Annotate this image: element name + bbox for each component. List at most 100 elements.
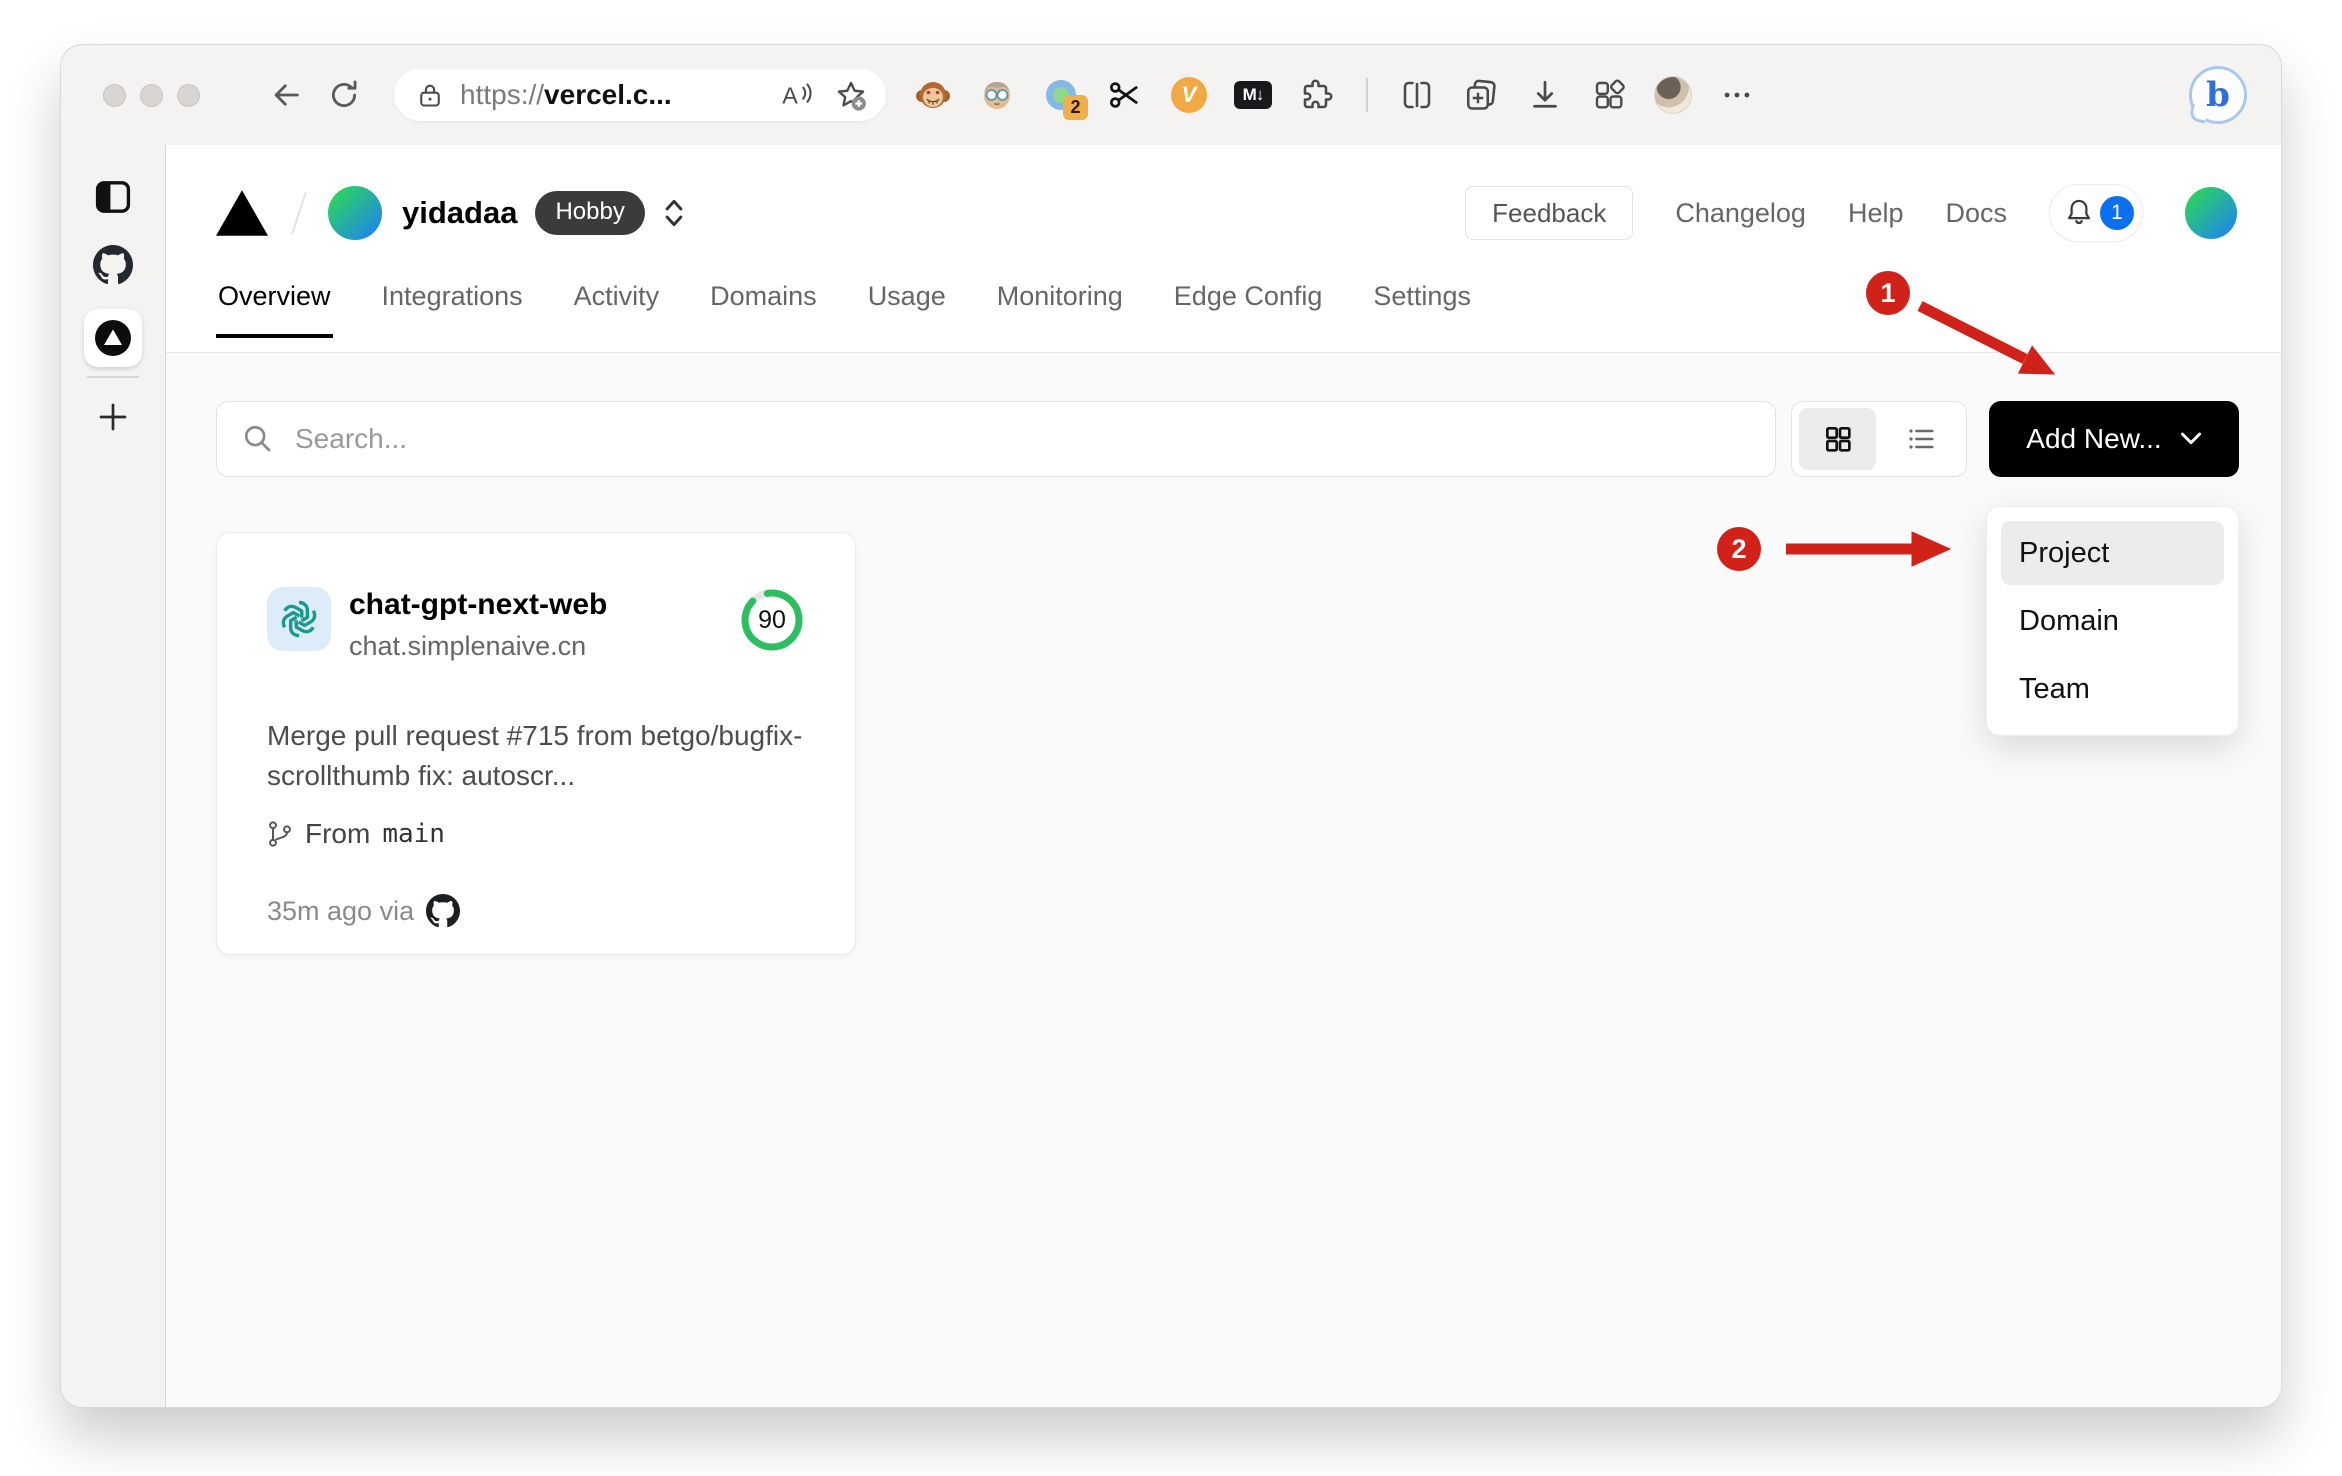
face-extension-button[interactable] (978, 76, 1016, 114)
list-view-button[interactable] (1882, 408, 1959, 470)
tab-monitoring[interactable]: Monitoring (995, 267, 1125, 338)
tab-usage[interactable]: Usage (866, 267, 948, 338)
dashboard-tabs: Overview Integrations Activity Domains U… (216, 267, 2237, 338)
split-screen-icon (1403, 81, 1431, 109)
lock-icon (420, 84, 440, 107)
deploy-meta-row: 35m ago via (267, 894, 805, 928)
user-avatar[interactable] (2185, 187, 2237, 239)
v-extension-button[interactable]: V (1170, 76, 1208, 114)
commit-message[interactable]: Merge pull request #715 from betgo/bugfi… (267, 716, 812, 796)
puzzle-icon (1303, 79, 1333, 109)
team-avatar (328, 186, 382, 240)
project-card[interactable]: chat-gpt-next-web chat.simplenaive.cn 90… (216, 532, 856, 955)
browser-toolbar: https://vercel.c... A 2 V M↓ b (61, 45, 2281, 145)
feedback-button[interactable]: Feedback (1465, 186, 1634, 240)
dropdown-item-domain[interactable]: Domain (2001, 589, 2224, 653)
add-new-button[interactable]: Add New... (1989, 401, 2239, 477)
toolbar-divider (1366, 78, 1368, 112)
profile-button[interactable] (1654, 76, 1692, 114)
sidebar-divider (87, 376, 139, 378)
sidebar-toggle-icon (95, 181, 131, 213)
extensions-row: 2 V M↓ b (914, 66, 2247, 124)
star-add-icon (837, 81, 866, 111)
read-aloud-button[interactable]: A (780, 75, 814, 115)
sidebar-item-github[interactable] (93, 245, 133, 285)
breadcrumb-slash (291, 191, 307, 235)
docs-link[interactable]: Docs (1945, 198, 2007, 229)
favorite-button[interactable] (832, 75, 870, 115)
scissors-extension-button[interactable] (1106, 76, 1144, 114)
branch-label: From (305, 818, 371, 849)
vercel-logo[interactable] (216, 190, 268, 236)
scissors-icon (1110, 82, 1138, 108)
back-arrow-icon (274, 84, 299, 106)
add-new-dropdown: Project Domain Team (1986, 506, 2239, 736)
monkey-extension-button[interactable] (914, 76, 952, 114)
tab-integrations[interactable]: Integrations (380, 267, 525, 338)
score-ring: 90 (739, 587, 805, 653)
read-aloud-icon: A (782, 83, 812, 109)
bing-icon: b (2206, 75, 2230, 115)
tab-domains[interactable]: Domains (708, 267, 819, 338)
branch-row: From main (267, 818, 805, 850)
search-icon (244, 425, 271, 452)
collections-button[interactable] (1462, 76, 1500, 114)
split-screen-button[interactable] (1398, 76, 1436, 114)
add-new-label: Add New... (2026, 423, 2162, 454)
project-name[interactable]: chat-gpt-next-web (349, 587, 607, 623)
tab-settings[interactable]: Settings (1371, 267, 1473, 338)
refresh-icon (332, 80, 357, 108)
team-name: yidadaa (402, 195, 518, 230)
refresh-button[interactable] (324, 75, 364, 115)
svg-text:A: A (782, 83, 798, 109)
tab-activity[interactable]: Activity (572, 267, 662, 338)
tab-edge-config[interactable]: Edge Config (1172, 267, 1325, 338)
collections-icon (1466, 79, 1496, 110)
apps-button[interactable] (1590, 76, 1628, 114)
changelog-link[interactable]: Changelog (1675, 198, 1806, 229)
back-button[interactable] (266, 75, 306, 115)
openai-logo-icon (281, 600, 317, 638)
ellipsis-icon (1724, 92, 1750, 98)
sidebar-add-button[interactable] (95, 399, 131, 435)
notification-count-badge: 1 (2100, 196, 2134, 230)
project-domain[interactable]: chat.simplenaive.cn (349, 631, 607, 662)
tab-overview[interactable]: Overview (216, 267, 333, 338)
branch-name: main (382, 819, 445, 849)
traffic-lights (103, 83, 200, 107)
help-link[interactable]: Help (1848, 198, 1904, 229)
url-text: https://vercel.c... (460, 79, 780, 111)
dropdown-item-project[interactable]: Project (2001, 521, 2224, 585)
markdown-extension-button[interactable]: M↓ (1234, 76, 1272, 114)
project-search[interactable] (216, 401, 1776, 477)
dashboard-main: Add New... Project Domain Team (166, 353, 2281, 1407)
project-icon (267, 587, 331, 651)
git-branch-icon (269, 821, 291, 847)
bing-chat-button[interactable]: b (2189, 66, 2247, 124)
settings-menu-button[interactable] (1718, 76, 1756, 114)
minimize-window-button[interactable] (140, 83, 163, 107)
dashboard-header: yidadaa Hobby Feedback Changelog Help Do… (166, 145, 2281, 353)
notifications-button[interactable]: 1 (2049, 184, 2143, 242)
sidebar-item-vercel-active[interactable] (84, 309, 142, 367)
grid-view-button[interactable] (1799, 408, 1876, 470)
team-switcher-button[interactable] (663, 198, 685, 228)
browser-window: https://vercel.c... A 2 V M↓ b yidadaa H… (60, 44, 2282, 1408)
github-icon (93, 245, 133, 285)
edge-sidebar (61, 145, 166, 1407)
monkey-icon (916, 82, 950, 108)
extension-badge: 2 (1063, 95, 1088, 120)
address-bar[interactable]: https://vercel.c... A (394, 69, 886, 121)
downloads-button[interactable] (1526, 76, 1564, 114)
list-view-icon (1908, 429, 1934, 449)
search-input[interactable] (295, 423, 1751, 455)
profile-avatar (1654, 76, 1692, 114)
zoom-window-button[interactable] (177, 83, 200, 107)
extensions-menu-button[interactable] (1298, 76, 1336, 114)
close-window-button[interactable] (103, 83, 126, 107)
url-scheme: https:// (460, 79, 545, 110)
dropdown-item-team[interactable]: Team (2001, 657, 2224, 721)
github-source-icon (426, 894, 461, 928)
sidebar-toggle-button[interactable] (95, 180, 131, 214)
translator-extension-button[interactable]: 2 (1042, 76, 1088, 120)
